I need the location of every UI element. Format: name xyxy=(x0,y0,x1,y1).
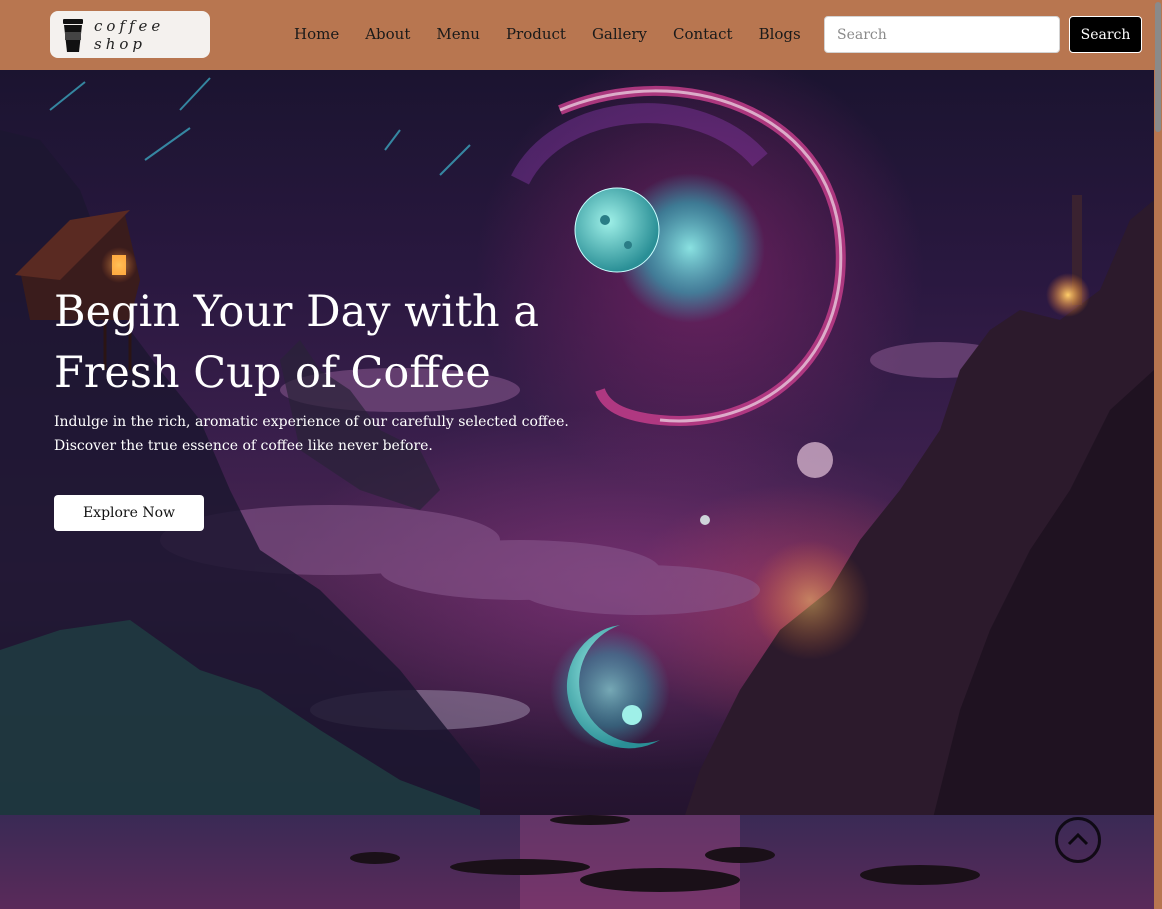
nav-link-menu[interactable]: Menu xyxy=(436,25,480,43)
chevron-up-circle-icon xyxy=(1067,832,1089,846)
nav-link-blogs[interactable]: Blogs xyxy=(759,25,801,43)
nav-link-product[interactable]: Product xyxy=(506,25,566,43)
nav-link-about[interactable]: About xyxy=(365,25,410,43)
page-scrollbar[interactable] xyxy=(1154,0,1162,909)
hero-background-image xyxy=(0,77,1154,909)
hero-title: Begin Your Day with a Fresh Cup of Coffe… xyxy=(54,287,540,398)
nav-link-home[interactable]: Home xyxy=(294,25,339,43)
search-input[interactable] xyxy=(824,16,1060,53)
nav-link-contact[interactable]: Contact xyxy=(673,25,733,43)
coffee-cup-icon xyxy=(62,17,84,53)
brand-name: coffee shop xyxy=(94,16,165,53)
scroll-to-top-button[interactable] xyxy=(1055,817,1101,863)
navbar: coffee shop Home About Menu Product Gall… xyxy=(0,0,1154,70)
page: coffee shop Home About Menu Product Gall… xyxy=(0,0,1162,909)
hero-section: Begin Your Day with a Fresh Cup of Coffe… xyxy=(0,70,1154,909)
scrollbar-thumb[interactable] xyxy=(1155,2,1161,132)
search-button[interactable]: Search xyxy=(1069,16,1142,53)
hero-subtitle: Indulge in the rich, aromatic experience… xyxy=(54,414,569,454)
explore-now-button[interactable]: Explore Now xyxy=(54,495,204,531)
brand-logo[interactable]: coffee shop xyxy=(50,11,210,58)
nav-link-gallery[interactable]: Gallery xyxy=(592,25,647,43)
main-nav: Home About Menu Product Gallery Contact … xyxy=(294,25,827,43)
